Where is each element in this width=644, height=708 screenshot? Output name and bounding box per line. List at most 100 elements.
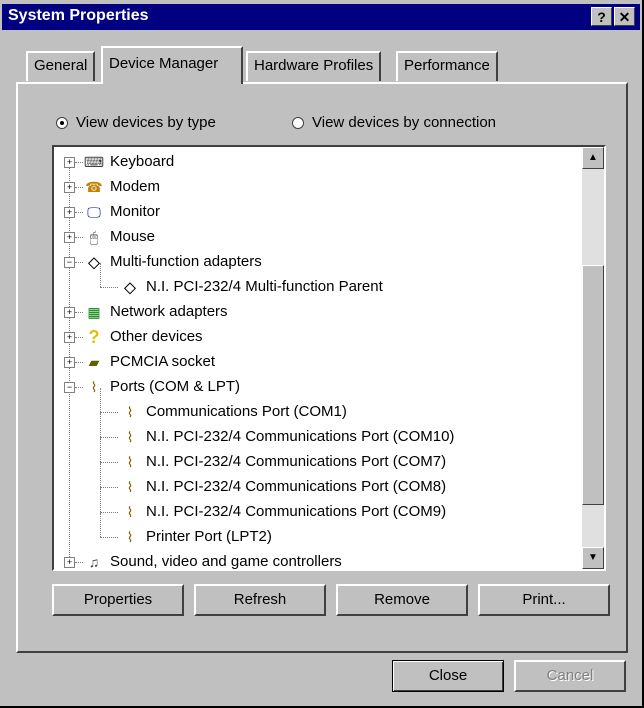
tree-item-label: Printer Port (LPT2): [146, 528, 272, 545]
properties-button[interactable]: Properties: [52, 584, 184, 616]
tree-connector: [100, 512, 118, 513]
print-button[interactable]: Print...: [478, 584, 610, 616]
tree-category-item[interactable]: ▦ Network adapters: [84, 300, 228, 324]
view-by-type-radio[interactable]: View devices by type: [56, 114, 216, 131]
tab-hardware-profiles[interactable]: Hardware Profiles: [246, 51, 382, 81]
tree-connector: [75, 387, 83, 388]
scroll-thumb[interactable]: [582, 265, 604, 505]
tree-category-item[interactable]: 🖵 Monitor: [84, 200, 160, 224]
tree-category-item[interactable]: 🖱 Mouse: [84, 225, 155, 249]
modem-icon: ☎: [85, 179, 103, 195]
tree-connector: [75, 312, 83, 313]
tree-connector: [100, 413, 101, 437]
tree-connector: [100, 412, 118, 413]
tree-expander-icon[interactable]: +: [64, 232, 75, 243]
tree-connector: [75, 237, 83, 238]
tree-category-item[interactable]: ⌇ Ports (COM & LPT): [84, 375, 240, 399]
tree-expander-icon[interactable]: −: [64, 382, 75, 393]
tree-connector: [100, 287, 118, 288]
close-window-button[interactable]: ✕: [614, 7, 635, 26]
tree-device-item[interactable]: ⌇ N.I. PCI-232/4 Communications Port (COM…: [120, 450, 447, 474]
network-card-icon: ▦: [87, 304, 101, 320]
tree-connector: [100, 488, 101, 512]
tree-connector: [100, 263, 101, 287]
tree-device-item[interactable]: ⌇ N.I. PCI-232/4 Communications Port (COM…: [120, 475, 447, 499]
tree-item-label: Ports (COM & LPT): [110, 378, 241, 395]
tree-device-item[interactable]: ⌇ N.I. PCI-232/4 Communications Port (COM…: [120, 500, 447, 524]
tree-item-label: Other devices: [110, 328, 203, 345]
tree-expander-icon[interactable]: +: [64, 157, 75, 168]
port-cable-icon: ⌇: [126, 504, 134, 520]
tree-item-label: N.I. PCI-232/4 Communications Port (COM8…: [146, 478, 447, 495]
port-cable-icon: ⌇: [126, 404, 134, 420]
tree-connector: [75, 187, 83, 188]
tree-connector: [100, 388, 101, 412]
tree-expander-icon[interactable]: +: [64, 332, 75, 343]
tree-device-item[interactable]: ⌇ Communications Port (COM1): [120, 400, 347, 424]
tree-expander-icon[interactable]: +: [64, 357, 75, 368]
tab-device-manager[interactable]: Device Manager: [101, 46, 243, 84]
cancel-button[interactable]: Cancel: [514, 660, 626, 692]
tree-category-item[interactable]: ♫ Sound, video and game controllers: [84, 550, 342, 570]
close-button[interactable]: Close: [392, 660, 504, 692]
tree-item-label: N.I. PCI-232/4 Communications Port (COM7…: [146, 453, 447, 470]
tree-item-label: Keyboard: [110, 153, 175, 170]
pcmcia-icon: ▰: [88, 354, 100, 370]
view-by-type-label: View devices by type: [76, 114, 216, 131]
device-tree[interactable]: + ⌨ Keyboard + ☎ Modem + 🖵 Monitor + 🖱 Mouse − ◆ Multi…: [52, 145, 606, 571]
tab-performance[interactable]: Performance: [396, 51, 498, 81]
question-icon: ?: [88, 327, 100, 347]
scroll-up-icon[interactable]: ▲: [582, 147, 604, 169]
refresh-button[interactable]: Refresh: [194, 584, 326, 616]
tree-item-label: N.I. PCI-232/4 Multi-function Parent: [146, 278, 383, 295]
remove-button[interactable]: Remove: [336, 584, 468, 616]
tree-category-item[interactable]: ▰ PCMCIA socket: [84, 350, 215, 374]
tree-connector: [100, 462, 118, 463]
tree-category-item[interactable]: ? Other devices: [84, 325, 203, 349]
view-by-connection-label: View devices by connection: [312, 114, 496, 131]
radio-empty-icon: [292, 116, 304, 129]
tree-item-label: Multi-function adapters: [110, 253, 262, 270]
tree-expander-icon[interactable]: +: [64, 182, 75, 193]
tree-expander-icon[interactable]: +: [64, 557, 75, 568]
tree-connector: [100, 437, 118, 438]
tab-performance-label: Performance: [404, 57, 490, 74]
tree-item-label: Monitor: [110, 203, 161, 220]
tree-expander-icon[interactable]: −: [64, 257, 75, 268]
tab-general[interactable]: General: [26, 51, 96, 81]
tree-item-label: Communications Port (COM1): [146, 403, 347, 420]
scroll-down-icon[interactable]: ▼: [582, 547, 604, 569]
tree-device-item[interactable]: ⌇ Printer Port (LPT2): [120, 525, 272, 549]
window-title: System Properties: [8, 7, 149, 24]
multifunction-icon: ◆: [88, 254, 100, 271]
tree-connector: [100, 537, 118, 538]
radio-selected-icon: [56, 116, 68, 129]
view-by-connection-radio[interactable]: View devices by connection: [292, 114, 496, 131]
tree-connector: [75, 562, 83, 563]
tree-item-label: Modem: [110, 178, 161, 195]
help-button[interactable]: ?: [591, 7, 612, 26]
tree-connector: [100, 463, 101, 487]
port-cable-icon: ⌇: [126, 529, 134, 545]
port-cable-icon: ⌇: [90, 379, 98, 395]
tree-item-label: Network adapters: [110, 303, 228, 320]
tree-item-label: N.I. PCI-232/4 Communications Port (COM9…: [146, 503, 447, 520]
tree-connector: [100, 487, 118, 488]
tree-connector: [75, 362, 83, 363]
tree-connector: [75, 162, 83, 163]
vertical-scrollbar[interactable]: ▲ ▼: [582, 147, 604, 569]
tree-category-item[interactable]: ◆ Multi-function adapters: [84, 250, 262, 274]
tree-device-item[interactable]: ◆ N.I. PCI-232/4 Multi-function Parent: [120, 275, 383, 299]
title-bar[interactable]: System Properties ? ✕: [2, 4, 640, 30]
tab-general-label: General: [34, 57, 88, 74]
mouse-icon: 🖱: [89, 229, 99, 245]
tree-category-item[interactable]: ⌨ Keyboard: [84, 150, 174, 174]
port-cable-icon: ⌇: [126, 429, 134, 445]
tree-device-item[interactable]: ⌇ N.I. PCI-232/4 Communications Port (COM…: [120, 425, 455, 449]
tab-hardware-profiles-label: Hardware Profiles: [254, 57, 374, 74]
tree-item-label: Sound, video and game controllers: [110, 553, 342, 570]
tree-expander-icon[interactable]: +: [64, 207, 75, 218]
tree-expander-icon[interactable]: +: [64, 307, 75, 318]
tree-connector: [75, 212, 83, 213]
tree-category-item[interactable]: ☎ Modem: [84, 175, 160, 199]
